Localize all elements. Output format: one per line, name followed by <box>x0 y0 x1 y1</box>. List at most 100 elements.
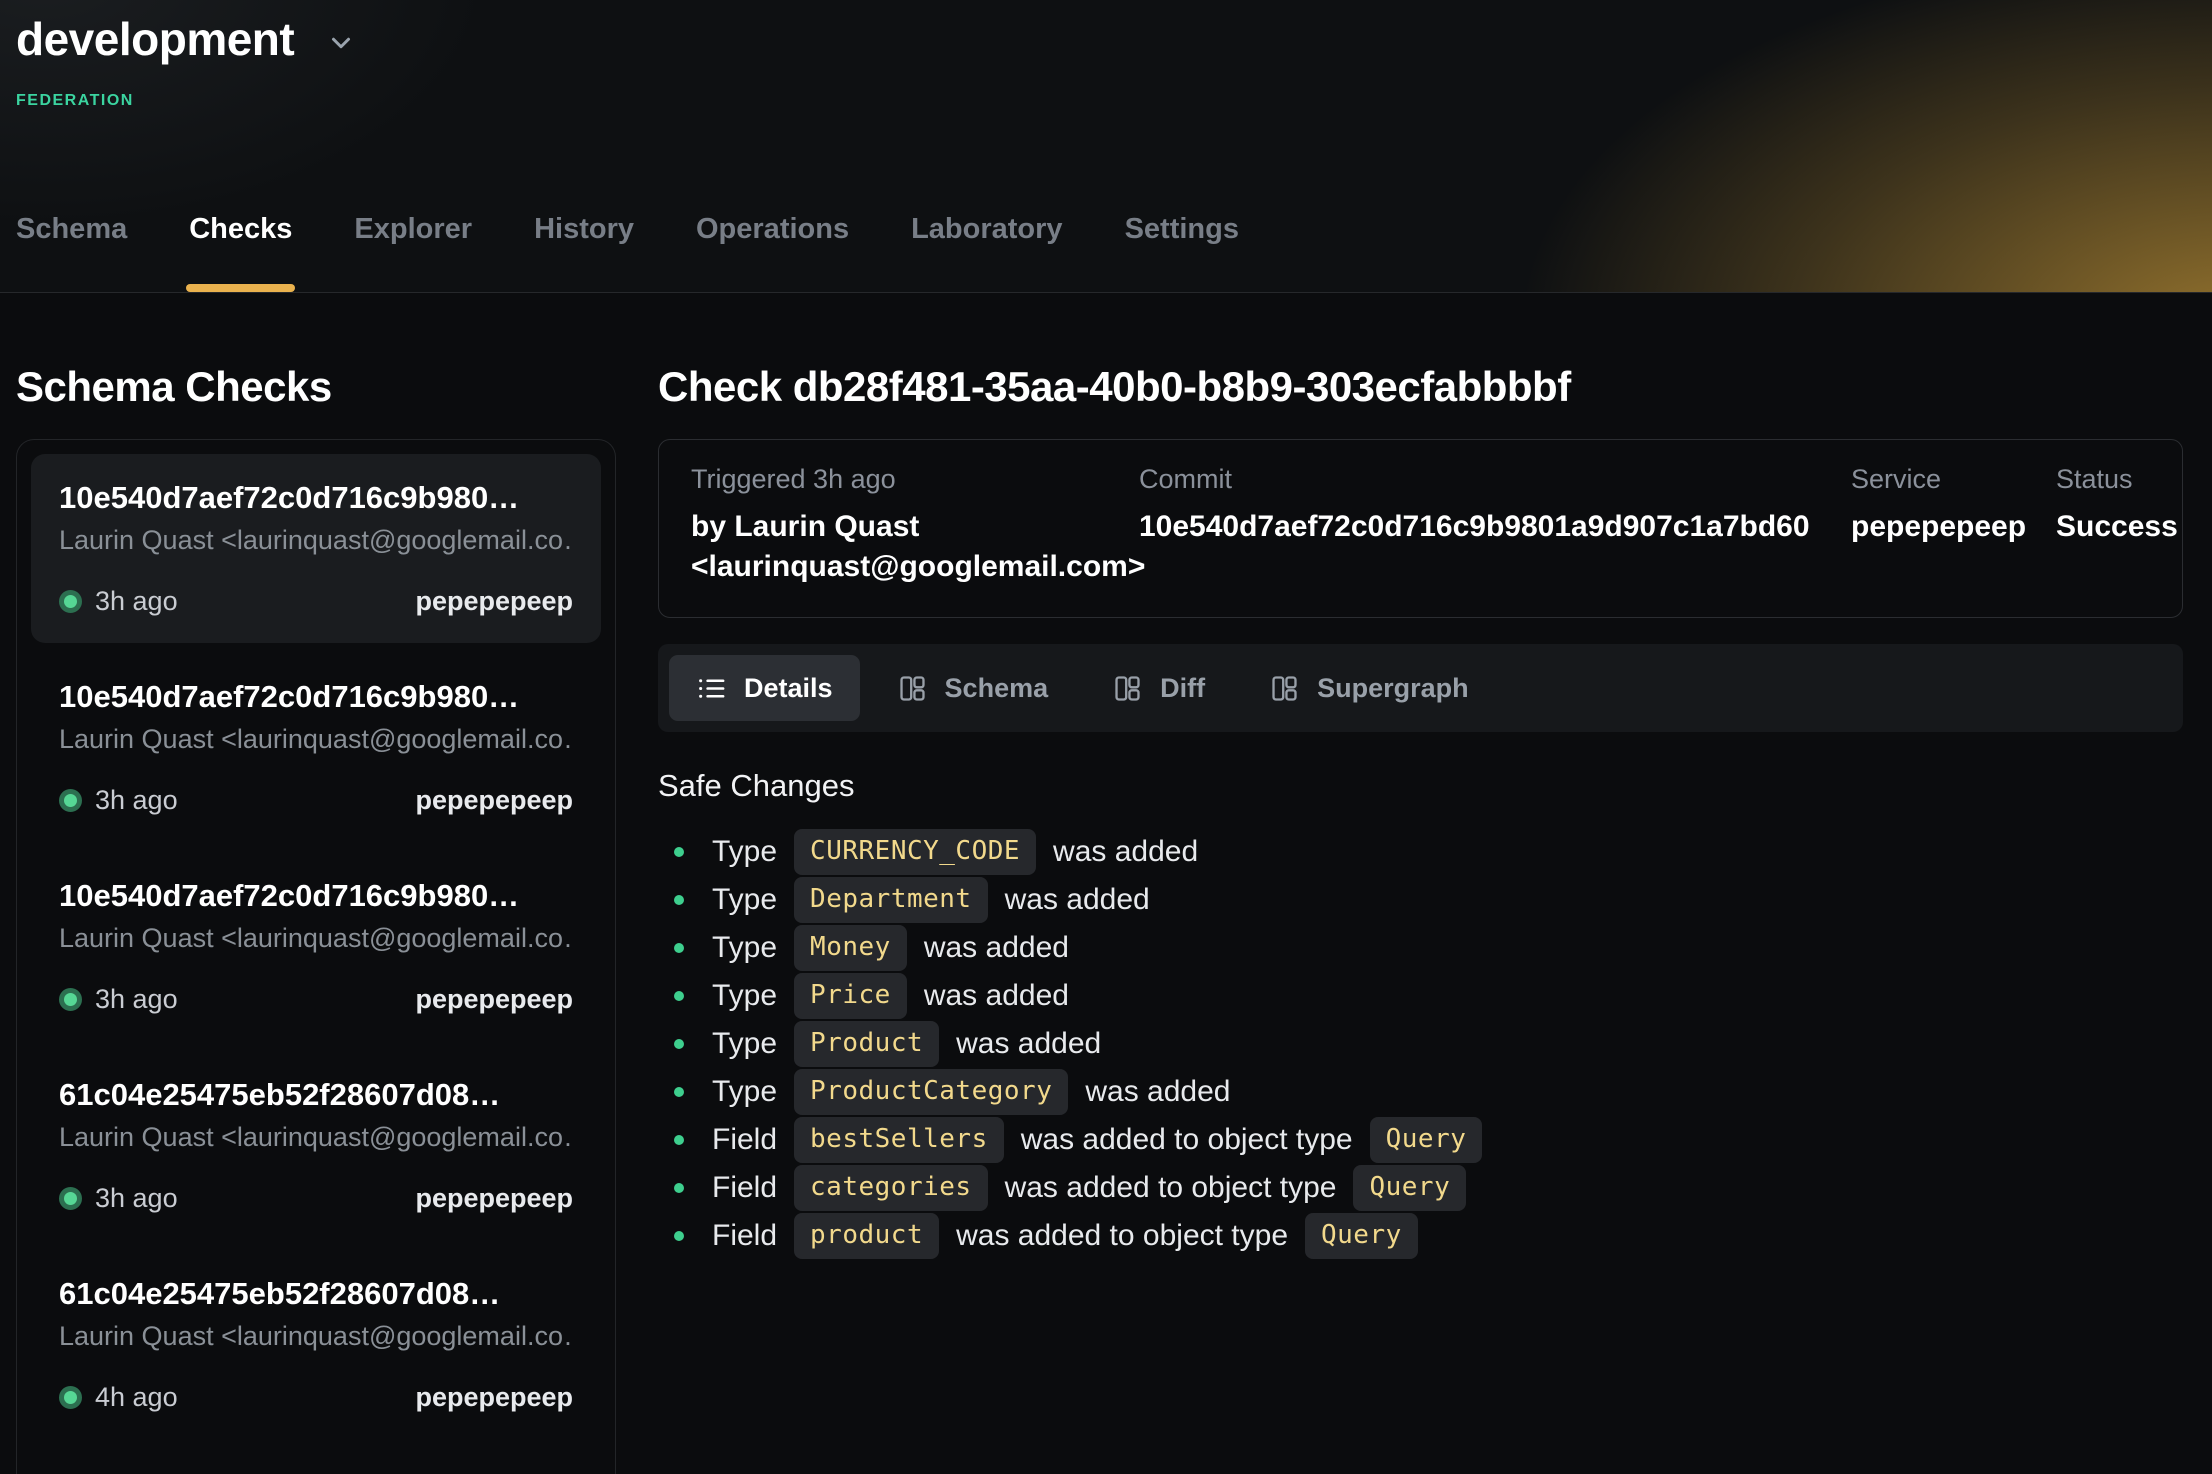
change-description: was added <box>1085 1075 1230 1109</box>
change-item: Type CURRENCY_CODE was added <box>658 828 2183 876</box>
check-author: Laurin Quast <laurinquast@googlemail.co… <box>59 1122 573 1153</box>
tab-operations[interactable]: Operations <box>696 213 849 292</box>
bullet-icon <box>674 1039 684 1049</box>
tab-laboratory[interactable]: Laboratory <box>911 213 1062 292</box>
main-nav: Schema Checks Explorer History Operations Lab… <box>16 213 1239 292</box>
change-item: TypeProductCategorywas added <box>658 1068 2183 1116</box>
check-list-item[interactable]: 61c04e25475eb52f28607d08… Laurin Quast <l… <box>31 1051 601 1240</box>
check-service: pepepepeep <box>415 586 573 617</box>
check-meta-row: 3h ago pepepepeep <box>59 1183 573 1214</box>
check-time: 3h ago <box>95 586 178 617</box>
checks-sidebar: Schema Checks 10e540d7aef72c0d716c9b980…… <box>16 293 616 1474</box>
change-description: was added to object type <box>956 1219 1288 1253</box>
change-kind: Type <box>712 979 777 1013</box>
change-code-target: Query <box>1305 1213 1418 1259</box>
meta-status: Status Success <box>2056 464 2208 587</box>
check-author: Laurin Quast <laurinquast@googlemail.co… <box>59 724 573 755</box>
change-kind: Type <box>712 1075 777 1109</box>
meta-triggered-value: by Laurin Quast <laurinquast@googlemail.… <box>691 507 1139 587</box>
tab-settings[interactable]: Settings <box>1125 213 1239 292</box>
change-item: TypePricewas added <box>658 972 2183 1020</box>
meta-commit: Commit 10e540d7aef72c0d716c9b9801a9d907c… <box>1139 464 1851 587</box>
view-tab-label: Diff <box>1160 673 1205 704</box>
meta-service-label: Service <box>1851 464 2056 495</box>
bullet-icon <box>674 943 684 953</box>
safe-changes-title: Safe Changes <box>658 768 2183 804</box>
check-list-item[interactable]: 10e540d7aef72c0d716c9b980… Laurin Quast <… <box>31 653 601 842</box>
check-author: Laurin Quast <laurinquast@googlemail.co… <box>59 923 573 954</box>
check-meta-row: 3h ago pepepepeep <box>59 586 573 617</box>
bullet-icon <box>674 1231 684 1241</box>
change-code: bestSellers <box>794 1117 1004 1163</box>
change-kind: Type <box>712 835 777 869</box>
check-list-item[interactable]: 61c04e25475eb52f28607d08…Laurin Quast <l… <box>31 1250 601 1439</box>
change-description: was added <box>924 931 1069 965</box>
bullet-icon <box>674 1183 684 1193</box>
change-code: Price <box>794 973 907 1019</box>
check-hash: 10e540d7aef72c0d716c9b980… <box>59 480 573 516</box>
change-kind: Type <box>712 931 777 965</box>
view-tab-details[interactable]: Details <box>669 655 860 721</box>
change-description: was added <box>1005 883 1150 917</box>
view-tab-supergraph[interactable]: Supergraph <box>1242 655 1496 721</box>
status-dot-icon <box>59 789 82 812</box>
check-meta-box: Triggered 3h ago by Laurin Quast <laurin… <box>658 439 2183 618</box>
check-title: Check db28f481-35aa-40b0-b8b9-303ecfabbb… <box>658 363 2183 411</box>
change-kind: Type <box>712 883 777 917</box>
change-description: was added to object type <box>1005 1171 1337 1205</box>
change-description: was added to object type <box>1021 1123 1353 1157</box>
bullet-icon <box>674 1087 684 1097</box>
project-title: development <box>16 12 294 66</box>
change-item: Type Department was added <box>658 876 2183 924</box>
check-time: 3h ago <box>95 1183 178 1214</box>
meta-service-value: pepepepeep <box>1851 507 2056 547</box>
check-list-item[interactable]: 10e540d7aef72c0d716c9b980… Laurin Quast <… <box>31 454 601 643</box>
check-service: pepepepeep <box>415 984 573 1015</box>
change-item: Fieldproductwas added to object typeQuer… <box>658 1212 2183 1260</box>
change-item: Field bestSellers was added to object type… <box>658 1116 2183 1164</box>
bullet-icon <box>674 1135 684 1145</box>
status-dot-icon <box>59 988 82 1011</box>
columns-icon <box>1269 673 1300 704</box>
check-time: 3h ago <box>95 984 178 1015</box>
check-hash: 10e540d7aef72c0d716c9b980… <box>59 679 573 715</box>
change-item: TypeMoneywas added <box>658 924 2183 972</box>
check-meta-row: 3h ago pepepepeep <box>59 984 573 1015</box>
meta-triggered-label: Triggered 3h ago <box>691 464 1139 495</box>
meta-service: Service pepepepeep <box>1851 464 2056 587</box>
change-description: was added <box>1053 835 1198 869</box>
tab-checks[interactable]: Checks <box>189 213 292 292</box>
check-author: Laurin Quast <laurinquast@googlemail.co… <box>59 525 573 556</box>
change-code: Department <box>794 877 988 923</box>
check-list-item[interactable]: 10e540d7aef72c0d716c9b980…Laurin Quast <… <box>31 852 601 1041</box>
check-author: Laurin Quast <laurinquast@googlemail.co… <box>59 1321 573 1352</box>
changes-list: TypeCURRENCY_CODEwas addedTypeDepartment… <box>658 828 2183 1260</box>
check-service: pepepepeep <box>415 1183 573 1214</box>
check-meta-row: 3h agopepepepeep <box>59 785 573 816</box>
view-tab-label: Schema <box>945 673 1049 704</box>
change-kind: Field <box>712 1123 777 1157</box>
tab-explorer[interactable]: Explorer <box>354 213 472 292</box>
tab-schema[interactable]: Schema <box>16 213 127 292</box>
chevron-down-icon[interactable] <box>326 28 356 58</box>
status-dot-icon <box>59 590 82 613</box>
meta-triggered: Triggered 3h ago by Laurin Quast <laurin… <box>691 464 1139 587</box>
change-kind: Field <box>712 1171 777 1205</box>
project-type-badge: FEDERATION <box>16 92 134 110</box>
check-hash: 61c04e25475eb52f28607d08… <box>59 1077 573 1113</box>
tab-history[interactable]: History <box>534 213 634 292</box>
check-detail-panel: Check db28f481-35aa-40b0-b8b9-303ecfabbb… <box>658 293 2183 1474</box>
view-tab-schema[interactable]: Schema <box>870 655 1076 721</box>
view-tab-label: Details <box>744 673 833 704</box>
change-code: categories <box>794 1165 988 1211</box>
status-dot-icon <box>59 1187 82 1210</box>
columns-icon <box>1112 673 1143 704</box>
change-code: CURRENCY_CODE <box>794 829 1036 875</box>
meta-commit-value: 10e540d7aef72c0d716c9b9801a9d907c1a7bd60 <box>1139 507 1851 547</box>
check-meta-row: 4h agopepepepeep <box>59 1382 573 1413</box>
view-tab-diff[interactable]: Diff <box>1085 655 1232 721</box>
meta-status-label: Status <box>2056 464 2208 495</box>
list-icon <box>696 673 727 704</box>
check-service: pepepepeep <box>415 1382 573 1413</box>
view-tabs: Details Schema Diff Supergraph <box>658 644 2183 732</box>
